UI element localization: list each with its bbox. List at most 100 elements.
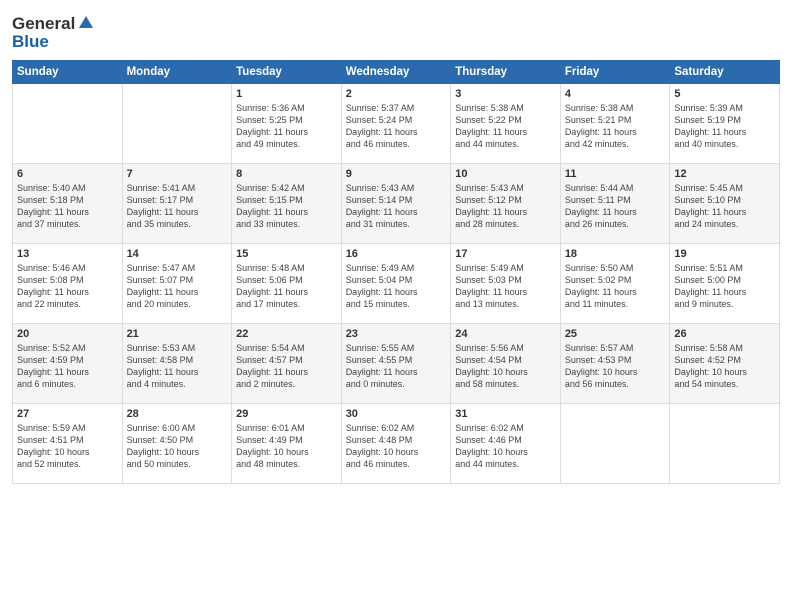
calendar-cell — [670, 404, 780, 484]
calendar-cell: 17 Sunrise: 5:49 AM Sunset: 5:03 PM Dayli… — [451, 244, 561, 324]
weekday-row: SundayMondayTuesdayWednesdayThursdayFrid… — [13, 61, 780, 84]
logo: General Blue — [12, 14, 95, 52]
calendar-week-row: 6 Sunrise: 5:40 AM Sunset: 5:18 PM Daylig… — [13, 164, 780, 244]
weekday-header-wednesday: Wednesday — [341, 61, 451, 84]
day-number: 12 — [674, 168, 775, 180]
day-number: 28 — [127, 408, 228, 420]
calendar-table: SundayMondayTuesdayWednesdayThursdayFrid… — [12, 60, 780, 484]
day-number: 7 — [127, 168, 228, 180]
day-number: 2 — [346, 88, 447, 100]
day-info: Sunrise: 5:54 AM Sunset: 4:57 PM Dayligh… — [236, 342, 337, 391]
day-info: Sunrise: 5:55 AM Sunset: 4:55 PM Dayligh… — [346, 342, 447, 391]
day-number: 6 — [17, 168, 118, 180]
calendar-cell: 29 Sunrise: 6:01 AM Sunset: 4:49 PM Dayli… — [232, 404, 342, 484]
day-number: 5 — [674, 88, 775, 100]
day-number: 4 — [565, 88, 666, 100]
calendar-cell: 24Sunrise: 5:56 AM Sunset: 4:54 PM Dayli… — [451, 324, 561, 404]
day-info: Sunrise: 5:42 AM Sunset: 5:15 PM Dayligh… — [236, 182, 337, 231]
calendar-cell: 11Sunrise: 5:44 AM Sunset: 5:11 PM Dayli… — [560, 164, 670, 244]
day-number: 10 — [455, 168, 556, 180]
logo-blue: Blue — [12, 32, 95, 52]
calendar-cell: 16Sunrise: 5:49 AM Sunset: 5:04 PM Dayli… — [341, 244, 451, 324]
calendar-cell: 6 Sunrise: 5:40 AM Sunset: 5:18 PM Daylig… — [13, 164, 123, 244]
calendar-cell: 18Sunrise: 5:50 AM Sunset: 5:02 PM Dayli… — [560, 244, 670, 324]
calendar-cell: 28 Sunrise: 6:00 AM Sunset: 4:50 PM Dayli… — [122, 404, 232, 484]
calendar-cell: 21 Sunrise: 5:53 AM Sunset: 4:58 PM Dayli… — [122, 324, 232, 404]
calendar-cell — [122, 84, 232, 164]
day-number: 23 — [346, 328, 447, 340]
day-number: 15 — [236, 248, 337, 260]
calendar-cell: 27Sunrise: 5:59 AM Sunset: 4:51 PM Dayli… — [13, 404, 123, 484]
day-number: 9 — [346, 168, 447, 180]
day-info: Sunrise: 5:43 AM Sunset: 5:14 PM Dayligh… — [346, 182, 447, 231]
day-info: Sunrise: 5:38 AM Sunset: 5:21 PM Dayligh… — [565, 102, 666, 151]
calendar-week-row: 27Sunrise: 5:59 AM Sunset: 4:51 PM Dayli… — [13, 404, 780, 484]
calendar-cell: 5 Sunrise: 5:39 AM Sunset: 5:19 PM Daylig… — [670, 84, 780, 164]
day-info: Sunrise: 5:57 AM Sunset: 4:53 PM Dayligh… — [565, 342, 666, 391]
day-info: Sunrise: 5:47 AM Sunset: 5:07 PM Dayligh… — [127, 262, 228, 311]
logo-icon — [77, 14, 95, 32]
day-info: Sunrise: 5:39 AM Sunset: 5:19 PM Dayligh… — [674, 102, 775, 151]
day-number: 1 — [236, 88, 337, 100]
day-number: 17 — [455, 248, 556, 260]
day-info: Sunrise: 5:50 AM Sunset: 5:02 PM Dayligh… — [565, 262, 666, 311]
calendar-cell: 19Sunrise: 5:51 AM Sunset: 5:00 PM Dayli… — [670, 244, 780, 324]
day-info: Sunrise: 5:49 AM Sunset: 5:04 PM Dayligh… — [346, 262, 447, 311]
header: General Blue — [12, 10, 780, 52]
day-info: Sunrise: 5:48 AM Sunset: 5:06 PM Dayligh… — [236, 262, 337, 311]
day-number: 3 — [455, 88, 556, 100]
day-info: Sunrise: 5:37 AM Sunset: 5:24 PM Dayligh… — [346, 102, 447, 151]
weekday-header-thursday: Thursday — [451, 61, 561, 84]
day-number: 8 — [236, 168, 337, 180]
day-info: Sunrise: 6:02 AM Sunset: 4:46 PM Dayligh… — [455, 422, 556, 471]
calendar-cell — [560, 404, 670, 484]
day-number: 20 — [17, 328, 118, 340]
calendar-cell: 31 Sunrise: 6:02 AM Sunset: 4:46 PM Dayli… — [451, 404, 561, 484]
calendar-cell: 13Sunrise: 5:46 AM Sunset: 5:08 PM Dayli… — [13, 244, 123, 324]
logo-general: General — [12, 14, 75, 34]
day-info: Sunrise: 5:53 AM Sunset: 4:58 PM Dayligh… — [127, 342, 228, 391]
day-info: Sunrise: 5:36 AM Sunset: 5:25 PM Dayligh… — [236, 102, 337, 151]
calendar-cell: 2 Sunrise: 5:37 AM Sunset: 5:24 PM Daylig… — [341, 84, 451, 164]
calendar-cell: 12 Sunrise: 5:45 AM Sunset: 5:10 PM Dayli… — [670, 164, 780, 244]
day-info: Sunrise: 5:44 AM Sunset: 5:11 PM Dayligh… — [565, 182, 666, 231]
day-info: Sunrise: 5:43 AM Sunset: 5:12 PM Dayligh… — [455, 182, 556, 231]
calendar-week-row: 1 Sunrise: 5:36 AM Sunset: 5:25 PM Daylig… — [13, 84, 780, 164]
calendar-cell: 15 Sunrise: 5:48 AM Sunset: 5:06 PM Dayli… — [232, 244, 342, 324]
weekday-header-saturday: Saturday — [670, 61, 780, 84]
calendar-cell: 20 Sunrise: 5:52 AM Sunset: 4:59 PM Dayli… — [13, 324, 123, 404]
day-number: 24 — [455, 328, 556, 340]
page-container: General Blue SundayMondayTuesdayWednesda… — [0, 0, 792, 494]
weekday-header-sunday: Sunday — [13, 61, 123, 84]
day-number: 29 — [236, 408, 337, 420]
day-info: Sunrise: 5:45 AM Sunset: 5:10 PM Dayligh… — [674, 182, 775, 231]
day-info: Sunrise: 5:38 AM Sunset: 5:22 PM Dayligh… — [455, 102, 556, 151]
calendar-cell: 8 Sunrise: 5:42 AM Sunset: 5:15 PM Daylig… — [232, 164, 342, 244]
day-number: 30 — [346, 408, 447, 420]
day-info: Sunrise: 6:00 AM Sunset: 4:50 PM Dayligh… — [127, 422, 228, 471]
day-number: 21 — [127, 328, 228, 340]
day-info: Sunrise: 5:49 AM Sunset: 5:03 PM Dayligh… — [455, 262, 556, 311]
day-info: Sunrise: 5:58 AM Sunset: 4:52 PM Dayligh… — [674, 342, 775, 391]
calendar-body: 1 Sunrise: 5:36 AM Sunset: 5:25 PM Daylig… — [13, 84, 780, 484]
day-number: 26 — [674, 328, 775, 340]
calendar-cell: 4 Sunrise: 5:38 AM Sunset: 5:21 PM Daylig… — [560, 84, 670, 164]
day-info: Sunrise: 5:40 AM Sunset: 5:18 PM Dayligh… — [17, 182, 118, 231]
calendar-cell: 14Sunrise: 5:47 AM Sunset: 5:07 PM Dayli… — [122, 244, 232, 324]
day-info: Sunrise: 5:52 AM Sunset: 4:59 PM Dayligh… — [17, 342, 118, 391]
calendar-cell: 7Sunrise: 5:41 AM Sunset: 5:17 PM Daylig… — [122, 164, 232, 244]
day-number: 31 — [455, 408, 556, 420]
calendar-cell: 10 Sunrise: 5:43 AM Sunset: 5:12 PM Dayli… — [451, 164, 561, 244]
calendar-cell: 3 Sunrise: 5:38 AM Sunset: 5:22 PM Daylig… — [451, 84, 561, 164]
calendar-cell: 22 Sunrise: 5:54 AM Sunset: 4:57 PM Dayli… — [232, 324, 342, 404]
calendar-cell: 25 Sunrise: 5:57 AM Sunset: 4:53 PM Dayli… — [560, 324, 670, 404]
weekday-header-friday: Friday — [560, 61, 670, 84]
day-info: Sunrise: 5:46 AM Sunset: 5:08 PM Dayligh… — [17, 262, 118, 311]
calendar-cell — [13, 84, 123, 164]
day-info: Sunrise: 5:59 AM Sunset: 4:51 PM Dayligh… — [17, 422, 118, 471]
calendar-header: SundayMondayTuesdayWednesdayThursdayFrid… — [13, 61, 780, 84]
calendar-cell: 26 Sunrise: 5:58 AM Sunset: 4:52 PM Dayli… — [670, 324, 780, 404]
day-number: 22 — [236, 328, 337, 340]
day-info: Sunrise: 6:01 AM Sunset: 4:49 PM Dayligh… — [236, 422, 337, 471]
day-number: 25 — [565, 328, 666, 340]
